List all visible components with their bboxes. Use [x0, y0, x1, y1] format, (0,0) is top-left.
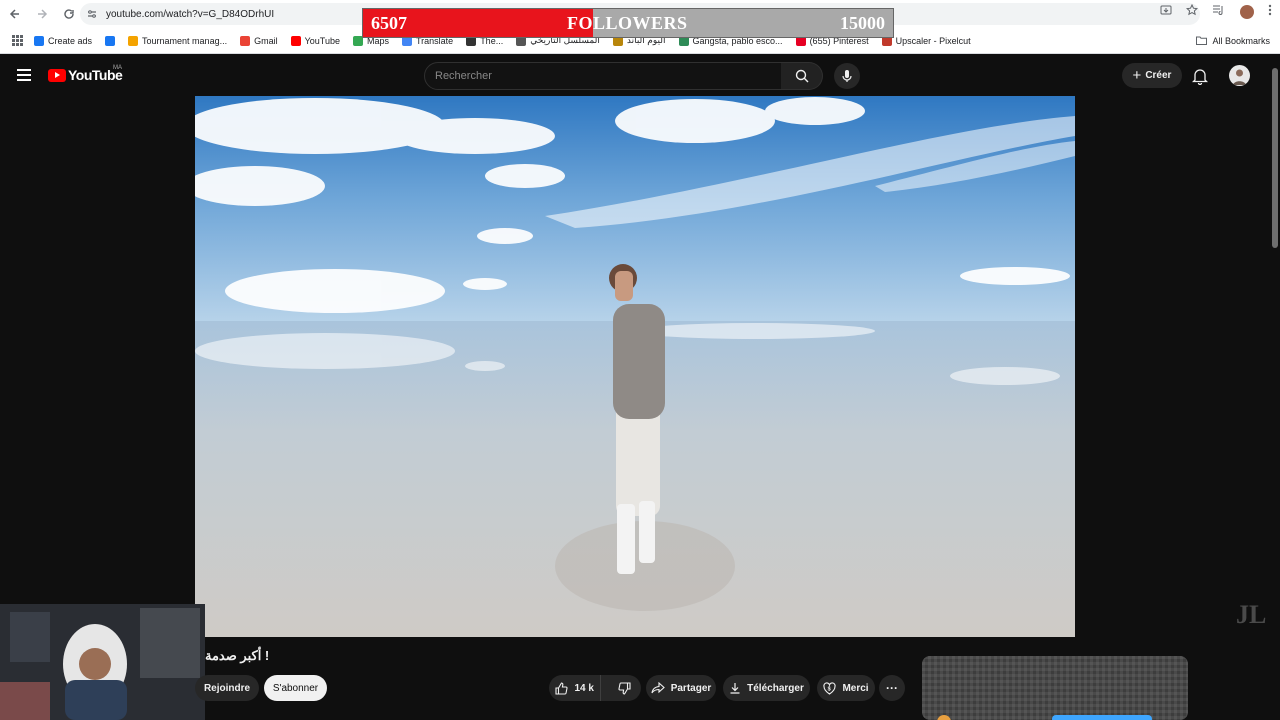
download-icon	[730, 683, 740, 694]
install-app-icon[interactable]	[1160, 4, 1172, 19]
followers-goal-bar: 6507 FOLLOWERS 15000	[362, 8, 894, 38]
back-arrow-icon[interactable]	[3, 2, 27, 26]
channel-watermark: JL	[1236, 600, 1267, 629]
bookmark-item[interactable]	[105, 35, 116, 46]
menu-icon[interactable]	[17, 69, 31, 81]
search-input[interactable]	[425, 63, 765, 89]
like-button[interactable]: 14 k	[549, 675, 602, 701]
video-frame	[195, 96, 1075, 637]
site-settings-icon[interactable]	[86, 8, 98, 20]
followers-goal: 15000	[840, 13, 885, 33]
bookmark-favicon-icon	[240, 35, 251, 46]
page-scrollbar[interactable]	[1271, 58, 1279, 720]
voice-search-button[interactable]	[834, 63, 860, 89]
search-box	[424, 62, 782, 90]
sidebar-ad-thumbnail[interactable]	[922, 656, 1188, 720]
url-text[interactable]: youtube.com/watch?v=G_D84ODrhUI	[106, 9, 274, 20]
subscribe-label: S'abonner	[272, 682, 319, 694]
apps-grid-icon[interactable]	[12, 34, 24, 47]
subscribe-button[interactable]: S'abonner	[264, 675, 327, 701]
bookmark-label: Upscaler - Pixelcut	[895, 35, 971, 46]
bookmark-favicon-icon	[128, 35, 139, 46]
share-label: Partager	[670, 682, 712, 694]
thanks-label: Merci	[842, 682, 869, 694]
download-label: Télécharger	[747, 682, 804, 694]
notifications-bell-icon[interactable]	[1191, 67, 1209, 86]
video-title: ! أكبر صدمة	[205, 648, 270, 663]
search-icon	[795, 69, 808, 83]
all-bookmarks[interactable]: All Bookmarks	[1196, 36, 1270, 46]
thumbs-up-icon	[555, 681, 569, 695]
streamer-webcam	[0, 604, 205, 720]
followers-count: 6507	[371, 13, 407, 33]
youtube-header: YouTube MA + Créer	[0, 55, 1280, 96]
join-label: Rejoindre	[203, 682, 251, 694]
like-dislike-group: 14 k	[549, 675, 641, 701]
scrollbar-thumb[interactable]	[1272, 68, 1278, 248]
dislike-button[interactable]	[607, 675, 641, 701]
bookmark-label: Tournament manag...	[142, 35, 228, 46]
reading-list-icon[interactable]	[1212, 4, 1226, 19]
bookmark-favicon-icon	[290, 35, 301, 46]
bookmark-favicon-icon	[105, 35, 116, 46]
create-button[interactable]: + Créer	[1122, 63, 1182, 88]
search-button[interactable]	[781, 62, 823, 90]
super-thanks-icon: $	[823, 681, 837, 695]
more-actions-icon: ···	[886, 681, 898, 695]
svg-text:$: $	[828, 686, 831, 692]
followers-label: FOLLOWERS	[567, 13, 688, 33]
share-arrow-icon	[651, 682, 665, 694]
share-button[interactable]: Partager	[646, 675, 716, 701]
account-avatar[interactable]	[1229, 65, 1250, 86]
join-button[interactable]: Rejoindre	[195, 675, 259, 701]
youtube-logo[interactable]: YouTube MA	[48, 65, 123, 83]
more-actions-button[interactable]: ···	[879, 675, 905, 701]
thumbs-down-icon	[618, 681, 631, 695]
bookmark-favicon-icon	[34, 35, 44, 46]
bookmark-star-icon[interactable]	[1185, 3, 1199, 19]
bookmark-label: Create ads	[48, 35, 93, 46]
bookmark-item[interactable]: Tournament manag...	[128, 35, 228, 46]
bookmark-item[interactable]: Upscaler - Pixelcut	[881, 35, 971, 46]
video-player[interactable]	[195, 96, 1075, 637]
all-bookmarks-label: All Bookmarks	[1212, 35, 1270, 46]
bookmark-label: YouTube	[304, 35, 340, 46]
plus-icon: +	[1132, 67, 1142, 84]
reload-icon[interactable]	[57, 2, 81, 26]
microphone-icon	[842, 70, 852, 82]
bookmark-item[interactable]: Gmail	[240, 35, 278, 46]
create-label: Créer	[1145, 70, 1172, 81]
bookmark-label: Gmail	[254, 35, 278, 46]
bookmark-item[interactable]: Create ads	[34, 35, 93, 46]
forward-arrow-icon[interactable]	[30, 2, 54, 26]
thanks-button[interactable]: $ Merci	[817, 675, 875, 701]
download-button[interactable]: Télécharger	[723, 675, 810, 701]
folder-icon	[1196, 36, 1208, 45]
like-count: 14 k	[574, 682, 594, 694]
profile-avatar[interactable]	[1240, 4, 1254, 19]
country-code: MA	[113, 65, 122, 71]
bookmark-item[interactable]: YouTube	[290, 35, 340, 46]
chrome-menu-icon[interactable]	[1268, 4, 1272, 19]
youtube-play-icon	[48, 68, 66, 82]
